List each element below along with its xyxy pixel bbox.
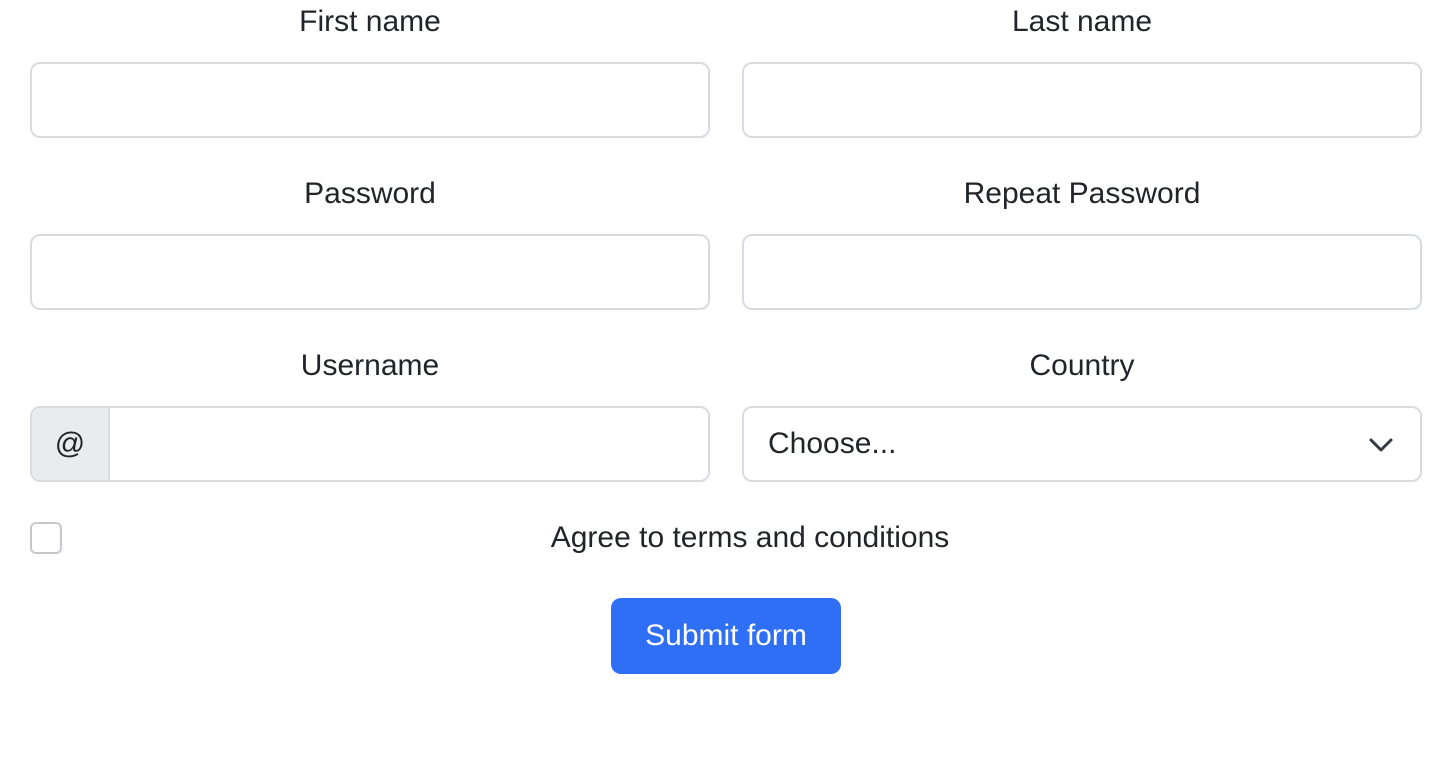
password-input[interactable]: [30, 234, 710, 310]
repeat-password-input[interactable]: [742, 234, 1422, 310]
username-prefix: @: [32, 408, 110, 480]
country-select-value: Choose...: [768, 427, 897, 460]
password-label: Password: [304, 177, 436, 210]
username-label: Username: [300, 349, 440, 382]
repeat-password-label: Repeat Password: [963, 177, 1201, 210]
country-label: Country: [1029, 349, 1135, 382]
last-name-label: Last name: [1011, 5, 1153, 38]
terms-label: Agree to terms and conditions: [550, 521, 950, 554]
last-name-input[interactable]: [742, 62, 1422, 138]
terms-checkbox[interactable]: [30, 522, 62, 554]
first-name-label: First name: [299, 5, 441, 38]
submit-button[interactable]: Submit form: [611, 598, 841, 674]
chevron-down-icon: [1369, 438, 1393, 452]
first-name-input[interactable]: [30, 62, 710, 138]
username-input[interactable]: [110, 408, 708, 480]
username-input-group: @: [30, 406, 710, 482]
country-select[interactable]: Choose...: [742, 406, 1422, 482]
